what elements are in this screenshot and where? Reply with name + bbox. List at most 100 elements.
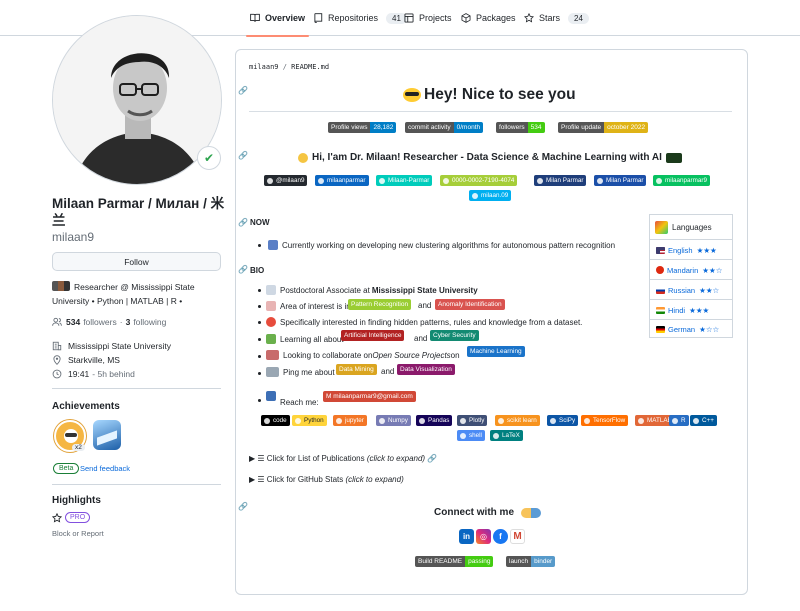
bio-specific: Specifically interested in finding hidde… xyxy=(266,317,582,327)
badge[interactable]: Build README passing xyxy=(415,556,494,567)
badge-text: Milaan-Parmar xyxy=(388,177,430,184)
badge-text: R xyxy=(681,417,686,424)
send-feedback-link[interactable]: Send feedback xyxy=(80,464,130,473)
block-report-link[interactable]: Block or Report xyxy=(52,529,104,538)
badge[interactable]: launch binder xyxy=(506,556,556,567)
badge[interactable]: scikit learn xyxy=(495,415,540,426)
following-count[interactable]: 3 xyxy=(126,317,131,327)
now-item-text: Currently working on developing new clus… xyxy=(282,240,616,250)
badge[interactable]: milaan.09 xyxy=(469,190,512,201)
connect-title: Connect with me xyxy=(434,507,515,518)
badge-text: Plotly xyxy=(469,417,485,424)
instagram-icon[interactable]: ◎ xyxy=(476,529,491,544)
readme-path-file[interactable]: README.md xyxy=(291,63,329,71)
follow-button[interactable]: Follow xyxy=(52,252,221,271)
badge-text: code xyxy=(273,417,287,424)
badge-label: launch xyxy=(506,556,532,567)
badge[interactable]: commit activity 0/month xyxy=(405,122,484,133)
tab-projects[interactable]: Projects xyxy=(404,0,452,36)
bullet xyxy=(258,244,261,247)
star-icon xyxy=(52,513,62,523)
badge[interactable]: code xyxy=(261,415,290,426)
tab-repositories[interactable]: Repositories 41 xyxy=(313,0,407,36)
publications-details[interactable]: ▶ ☰ Click for List of Publications (clic… xyxy=(249,454,437,463)
github-stats-hint: (click to expand) xyxy=(345,475,404,484)
badge[interactable]: followers 534 xyxy=(496,122,545,133)
disclosure-triangle-icon: ▶ ☰ xyxy=(249,475,267,484)
data-visualization-badge[interactable]: Data Visualization xyxy=(397,364,455,375)
badge[interactable]: Python xyxy=(292,415,327,426)
badge-logo-icon xyxy=(597,177,603,184)
disclosure-triangle-icon: ▶ ☰ xyxy=(249,454,267,463)
readme-path: milaan9 / README.md xyxy=(249,63,329,71)
following-label[interactable]: following xyxy=(133,317,166,327)
tab-packages[interactable]: Packages xyxy=(461,0,516,36)
badge-text: milaanparmar xyxy=(327,177,366,184)
badge[interactable]: TensorFlow xyxy=(581,415,629,426)
badge[interactable]: Profile update october 2022 xyxy=(558,122,649,133)
badge[interactable]: shell xyxy=(457,430,485,441)
badge-label: Profile views xyxy=(328,122,371,133)
data-mining-badge[interactable]: Data Mining xyxy=(336,364,377,375)
india-flag-icon xyxy=(656,306,665,314)
target-icon xyxy=(266,317,276,327)
link-icon[interactable]: 🔗 xyxy=(238,265,248,274)
bio-text: Researcher @ Mississippi State Universit… xyxy=(52,282,195,306)
link-icon[interactable]: 🔗 xyxy=(238,86,248,95)
badge[interactable]: Pandas xyxy=(416,415,453,426)
badge[interactable]: milaanparmar xyxy=(315,175,369,186)
readme-path-user[interactable]: milaan9 xyxy=(249,63,279,71)
linkedin-icon[interactable]: in xyxy=(459,529,474,544)
gmail-icon[interactable]: M xyxy=(510,529,525,544)
facebook-icon[interactable]: f xyxy=(493,529,508,544)
badge[interactable]: SciPy xyxy=(547,415,579,426)
badge[interactable]: jupyter xyxy=(333,415,367,426)
status-emoji[interactable]: ✔ xyxy=(197,146,221,170)
badge-logo-icon xyxy=(379,177,385,184)
badge[interactable]: 0000-0002-7190-4074 xyxy=(440,175,518,186)
anomaly-identification-badge[interactable]: Anomaly Identification xyxy=(435,299,505,310)
count-badge: 24 xyxy=(568,12,589,24)
badge[interactable]: Profile views 28,182 xyxy=(328,122,397,133)
bio-collab-em: Open Source Projects xyxy=(372,350,451,360)
cyber-security-badge[interactable]: Cyber Security xyxy=(430,330,479,341)
badge-logo-icon xyxy=(336,417,342,424)
badge[interactable]: @milaan9 xyxy=(264,175,308,186)
badge[interactable]: Numpy xyxy=(376,415,411,426)
link-icon[interactable]: 🔗 xyxy=(238,151,248,160)
email-badge[interactable]: M milaanparmar9@gmail.com xyxy=(323,391,416,402)
badge[interactable]: Milan Parmar xyxy=(594,175,647,186)
organization-icon xyxy=(52,341,62,351)
badge[interactable]: Milan Parmar xyxy=(534,175,587,186)
tab-stars[interactable]: Stars 24 xyxy=(524,0,589,36)
machine-learning-badge[interactable]: Machine Learning xyxy=(467,346,525,357)
achievements-title[interactable]: Achievements xyxy=(52,401,120,412)
github-stats-details[interactable]: ▶ ☰ Click for GitHub Stats (click to exp… xyxy=(249,475,404,484)
badge-logo-icon xyxy=(318,177,324,184)
bio-position-text: Postdoctoral Associate at xyxy=(280,285,370,295)
tab-overview[interactable]: Overview xyxy=(245,0,310,37)
link-icon[interactable]: 🔗 xyxy=(238,502,248,511)
badge[interactable]: Plotly xyxy=(457,415,488,426)
link-icon[interactable]: 🔗 xyxy=(238,218,248,227)
achievement-arctic-icon[interactable] xyxy=(93,420,121,450)
badge[interactable]: LaTeX xyxy=(490,430,523,441)
achievement-count: x2 xyxy=(72,444,85,451)
badge-label: Profile update xyxy=(558,122,605,133)
bio-learning: Learning all about xyxy=(266,334,344,344)
badge[interactable]: Milaan-Parmar xyxy=(376,175,433,186)
profile-fullname: Milaan Parmar / Милан / 米兰 xyxy=(52,196,225,228)
bullet xyxy=(258,355,261,358)
badge[interactable]: milaanparmar9 xyxy=(653,175,710,186)
check-icon: ✔ xyxy=(203,151,215,165)
badge[interactable]: C++ xyxy=(690,415,717,426)
badge-text: shell xyxy=(469,432,482,439)
artificial-intelligence-badge[interactable]: Artificial Intelligence xyxy=(341,330,405,341)
divider xyxy=(52,484,221,485)
pattern-recognition-badge[interactable]: Pattern Recognition xyxy=(348,299,412,310)
bullet xyxy=(258,399,261,402)
followers-label[interactable]: followers xyxy=(83,317,117,327)
badge[interactable]: R xyxy=(669,415,689,426)
followers-count[interactable]: 534 xyxy=(66,317,80,327)
intro-heading: Hi, I'am Dr. Milaan! Researcher - Data S… xyxy=(298,152,686,163)
